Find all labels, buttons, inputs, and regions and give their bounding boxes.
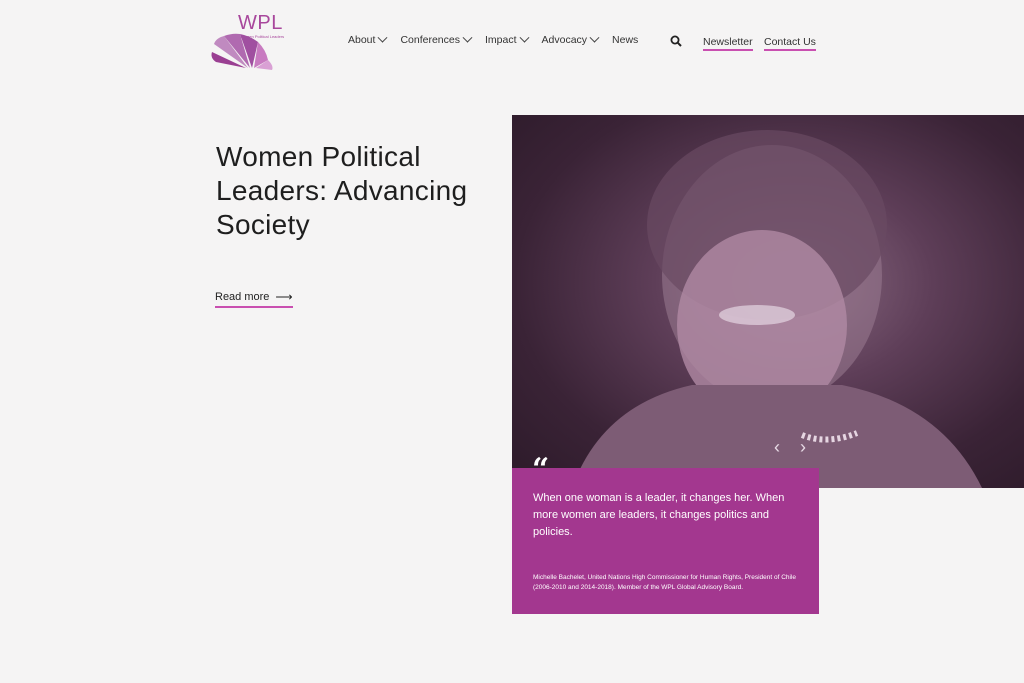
logo-fan-icon [211, 33, 273, 70]
chevron-down-icon [589, 32, 600, 43]
chevron-down-icon [519, 32, 529, 43]
quote-mark-icon: “ [532, 452, 550, 487]
arrow-right-icon: ⟶ [275, 290, 293, 304]
quote-text: When one woman is a leader, it changes h… [533, 492, 785, 538]
hero-portrait-image [512, 115, 1024, 488]
nav-item-conferences[interactable]: Conferences [400, 32, 473, 46]
main-nav: About Conferences Impact Advocacy News [348, 32, 638, 46]
chevron-down-icon [378, 32, 388, 43]
search-icon[interactable] [670, 35, 682, 47]
newsletter-link[interactable]: Newsletter [703, 36, 753, 51]
read-more-label: Read more [215, 291, 270, 303]
nav-item-advocacy[interactable]: Advocacy [541, 32, 600, 46]
nav-item-label: Advocacy [541, 34, 588, 46]
quote-card: When one woman is a leader, it changes h… [512, 468, 819, 614]
contact-us-link[interactable]: Contact Us [764, 36, 816, 51]
page-title: Women Political Leaders: Advancing Socie… [216, 141, 468, 240]
wpl-logo[interactable]: WPL Women Political Leaders [210, 12, 290, 72]
quote-attribution: Michelle Bachelet, United Nations High C… [533, 574, 797, 591]
nav-item-label: Conferences [400, 34, 460, 46]
nav-item-impact[interactable]: Impact [485, 32, 529, 46]
nav-item-label: About [348, 34, 376, 46]
nav-item-about[interactable]: About [348, 32, 388, 46]
nav-item-news[interactable]: News [612, 34, 638, 46]
nav-item-label: Impact [485, 34, 517, 46]
portrait-photo [572, 130, 982, 488]
carousel-prev-button[interactable]: ‹ [774, 437, 780, 458]
carousel-next-button[interactable]: › [800, 437, 806, 458]
read-more-link[interactable]: Read more ⟶ [215, 290, 293, 308]
nav-item-label: News [612, 34, 639, 46]
chevron-down-icon [462, 32, 473, 43]
